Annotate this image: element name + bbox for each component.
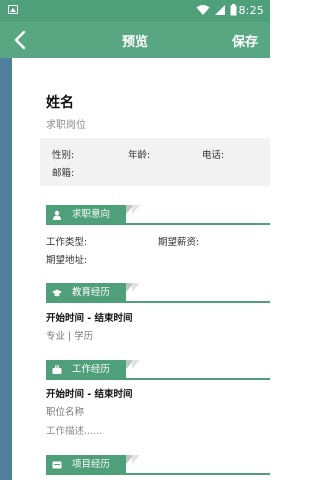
section-title-project: 项目经历 xyxy=(72,459,111,470)
image-icon xyxy=(8,5,18,14)
age-label: 年龄: xyxy=(128,150,151,161)
section-header-work: 工作经历 xyxy=(46,360,270,380)
section-title-education: 教育经历 xyxy=(72,287,111,298)
education-period: 开始时间 - 结束时间 xyxy=(46,313,133,324)
save-button[interactable]: 保存 xyxy=(232,31,258,50)
work-position: 职位名称 xyxy=(46,407,85,418)
page-title: 预览 xyxy=(121,35,148,50)
intent-location: 期望地址: xyxy=(46,255,88,266)
status-time: 8:25 xyxy=(238,4,264,17)
section-title-work: 工作经历 xyxy=(72,364,111,375)
section-header-education: 教育经历 xyxy=(46,283,270,303)
person-icon xyxy=(53,210,61,220)
project-icon xyxy=(52,461,62,469)
work-description: 工作描述...... xyxy=(46,426,103,437)
work-period: 开始时间 - 结束时间 xyxy=(46,389,133,400)
email-label: 邮箱: xyxy=(52,168,75,179)
section-header-project: 项目经历 xyxy=(46,455,270,475)
phone-label: 电话: xyxy=(202,150,225,161)
app-bar: 预览 保存 xyxy=(0,22,270,58)
resume-name: 姓名 xyxy=(46,95,74,111)
basic-info-box: 性别: 年龄: 电话: 邮箱: xyxy=(40,138,270,186)
gender-label: 性别: xyxy=(52,150,75,161)
intent-job-type: 工作类型: xyxy=(46,237,88,248)
education-detail: 专业 | 学历 xyxy=(46,331,94,342)
section-header-intent: 求职意向 xyxy=(46,205,270,225)
resume-job-title: 求职岗位 xyxy=(46,120,86,131)
resume-left-strip xyxy=(0,58,12,480)
status-bar: 8:25 xyxy=(0,0,270,22)
section-title-intent: 求职意向 xyxy=(72,209,111,220)
briefcase-icon xyxy=(52,365,62,374)
battery-icon xyxy=(230,4,237,16)
graduation-cap-icon xyxy=(52,289,62,297)
intent-salary: 期望薪资: xyxy=(158,237,200,248)
signal-icon xyxy=(215,5,225,15)
wifi-icon xyxy=(196,5,210,15)
